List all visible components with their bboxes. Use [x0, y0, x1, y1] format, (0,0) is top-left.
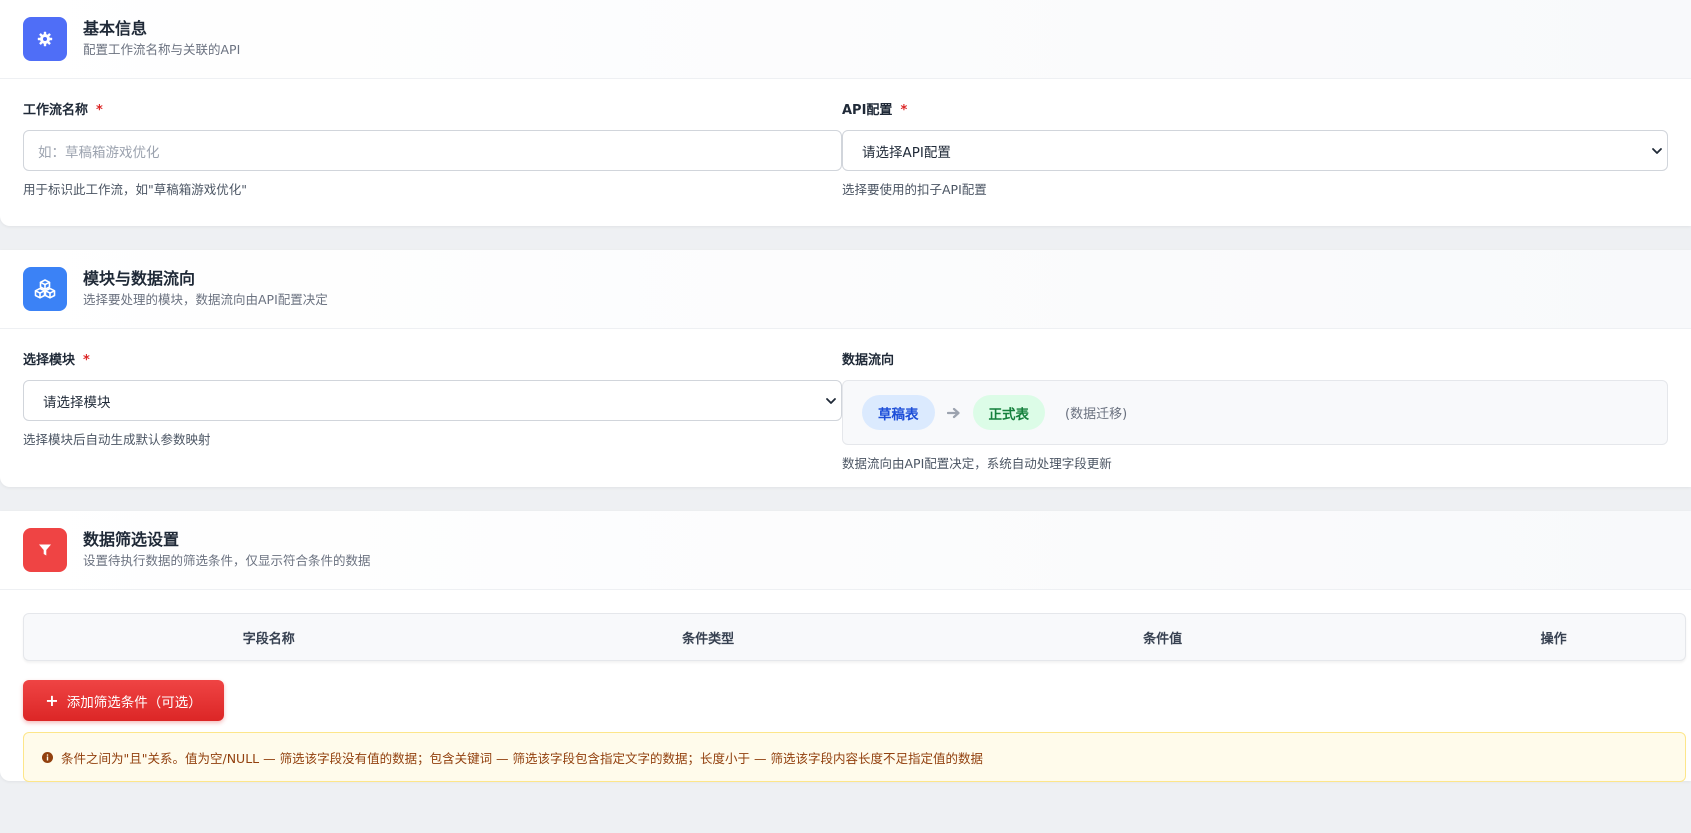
- modules-subtitle: 选择要处理的模块，数据流向由API配置决定: [83, 292, 328, 307]
- add-filter-button[interactable]: + 添加筛选条件（可选）: [23, 680, 224, 721]
- api-config-label: API配置 *: [842, 101, 1668, 121]
- api-config-hint: 选择要使用的扣子API配置: [842, 182, 987, 197]
- card-gap: [0, 226, 1691, 250]
- modules-header: 模块与数据流向 选择要处理的模块，数据流向由API配置决定: [0, 250, 1691, 329]
- filter-table-header: 字段名称 条件类型 条件值 操作: [23, 613, 1686, 661]
- basic-info-card: 基本信息 配置工作流名称与关联的API 工作流名称 * 如：草稿箱游戏优化 用于标…: [0, 0, 1691, 226]
- filter-body: 字段名称 条件类型 条件值 操作 + 添加筛选条件（可选） 条件之间为"且"关系…: [0, 590, 1691, 782]
- basic-info-header: 基本信息 配置工作流名称与关联的API: [0, 0, 1691, 79]
- api-config-select[interactable]: 请选择API配置: [842, 130, 1668, 171]
- modules-card: 模块与数据流向 选择要处理的模块，数据流向由API配置决定 选择模块 * 请选择模…: [0, 250, 1691, 487]
- module-selected-value: 请选择模块: [43, 394, 111, 411]
- module-select-label-text: 选择模块: [23, 353, 76, 368]
- workflow-name-label: 工作流名称 *: [23, 101, 842, 121]
- filter-subtitle: 设置待执行数据的筛选条件，仅显示符合条件的数据: [83, 553, 371, 568]
- flow-from-badge: 草稿表: [862, 395, 935, 430]
- basic-info-icon-box: [23, 17, 67, 61]
- required-mark: *: [83, 353, 90, 368]
- card-gap: [0, 487, 1691, 511]
- filter-head-text: 数据筛选设置 设置待执行数据的筛选条件，仅显示符合条件的数据: [83, 530, 371, 570]
- workflow-name-placeholder: 如：草稿箱游戏优化: [38, 144, 160, 161]
- column-header-condition-type: 条件类型: [682, 631, 735, 647]
- gear-icon: [37, 31, 53, 47]
- workflow-name-label-text: 工作流名称: [23, 103, 89, 118]
- arrow-right-icon: [946, 407, 961, 419]
- module-select[interactable]: 请选择模块: [23, 380, 842, 421]
- workflow-name-input[interactable]: 如：草稿箱游戏优化: [23, 130, 842, 171]
- info-icon: [42, 751, 53, 763]
- filter-notice-text: 条件之间为"且"关系。值为空/NULL — 筛选该字段没有值的数据；包含关键词 …: [61, 750, 983, 766]
- basic-info-head-text: 基本信息 配置工作流名称与关联的API: [83, 19, 240, 59]
- filter-title: 数据筛选设置: [83, 530, 180, 549]
- cubes-icon: [34, 279, 56, 299]
- filter-header: 数据筛选设置 设置待执行数据的筛选条件，仅显示符合条件的数据: [0, 511, 1691, 590]
- filter-card: 数据筛选设置 设置待执行数据的筛选条件，仅显示符合条件的数据 字段名称 条件类型…: [0, 511, 1691, 782]
- data-flow-label: 数据流向: [842, 353, 895, 368]
- modules-head-text: 模块与数据流向 选择要处理的模块，数据流向由API配置决定: [83, 269, 328, 309]
- data-flow-box: 草稿表 正式表 (数据迁移): [842, 380, 1668, 445]
- filter-icon: [39, 544, 51, 556]
- module-select-group: 选择模块 * 请选择模块 选择模块后自动生成默认参数映射: [23, 351, 842, 473]
- required-mark: *: [900, 103, 908, 118]
- basic-info-body: 工作流名称 * 如：草稿箱游戏优化 用于标识此工作流，如"草稿箱游戏优化" API…: [0, 79, 1691, 199]
- modules-icon-box: [23, 267, 67, 311]
- column-header-condition-value: 条件值: [1143, 631, 1183, 647]
- column-header-actions: 操作: [1540, 631, 1567, 647]
- plus-icon: +: [45, 690, 59, 710]
- data-flow-hint: 数据流向由API配置决定，系统自动处理字段更新: [842, 456, 1112, 471]
- chevron-down-icon: [826, 397, 836, 404]
- basic-info-row: 工作流名称 * 如：草稿箱游戏优化 用于标识此工作流，如"草稿箱游戏优化" API…: [23, 101, 1668, 199]
- workflow-name-group: 工作流名称 * 如：草稿箱游戏优化 用于标识此工作流，如"草稿箱游戏优化": [23, 101, 842, 199]
- api-config-selected-value: 请选择API配置: [862, 144, 951, 161]
- api-config-group: API配置 * 请选择API配置 选择要使用的扣子API配置: [842, 101, 1668, 199]
- required-mark: *: [96, 103, 103, 118]
- filter-icon-box: [23, 528, 67, 572]
- module-select-hint: 选择模块后自动生成默认参数映射: [23, 432, 211, 447]
- data-flow-group: 数据流向 草稿表 正式表 (数据迁移) 数据流向由API配置决定，系统自动处理字…: [842, 351, 1668, 473]
- modules-title: 模块与数据流向: [83, 269, 196, 288]
- workflow-name-hint: 用于标识此工作流，如"草稿箱游戏优化": [23, 182, 247, 197]
- add-filter-button-label: 添加筛选条件（可选）: [66, 694, 202, 711]
- basic-info-title: 基本信息: [83, 19, 148, 38]
- filter-notice: 条件之间为"且"关系。值为空/NULL — 筛选该字段没有值的数据；包含关键词 …: [23, 732, 1686, 782]
- chevron-down-icon: [1652, 147, 1662, 154]
- flow-to-badge: 正式表: [972, 395, 1045, 430]
- workflow-form-page: 基本信息 配置工作流名称与关联的API 工作流名称 * 如：草稿箱游戏优化 用于标…: [0, 0, 1691, 782]
- column-header-field: 字段名称: [242, 631, 295, 647]
- flow-note: (数据迁移): [1065, 407, 1128, 422]
- modules-row: 选择模块 * 请选择模块 选择模块后自动生成默认参数映射 数据流向 草稿表 正式…: [23, 351, 1668, 473]
- api-config-label-text: API配置: [842, 103, 893, 118]
- modules-body: 选择模块 * 请选择模块 选择模块后自动生成默认参数映射 数据流向 草稿表 正式…: [0, 329, 1691, 473]
- module-select-label: 选择模块 *: [23, 351, 842, 371]
- basic-info-subtitle: 配置工作流名称与关联的API: [83, 42, 241, 57]
